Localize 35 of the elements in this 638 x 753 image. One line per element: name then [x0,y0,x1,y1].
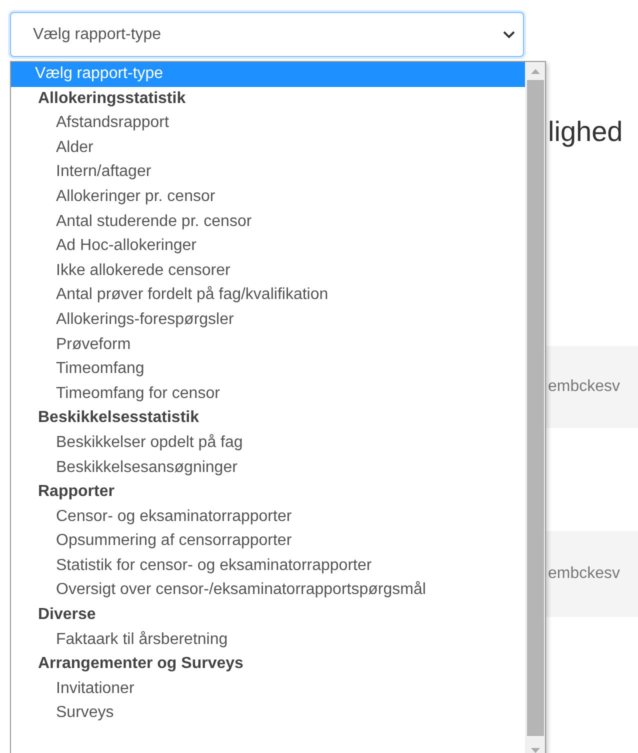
chevron-down-icon [503,30,515,38]
dropdown-option[interactable]: Timeomfang [11,357,525,382]
dropdown-option[interactable]: Ad Hoc-allokeringer [11,234,525,259]
dropdown-option[interactable]: Beskikkelser opdelt på fag [11,430,525,456]
info-panel: embckesv [545,531,638,617]
dropdown-option[interactable]: Antal prøver fordelt på fag/kvalifikation [11,283,525,308]
option-group-label: Diverse [37,605,97,626]
dropdown-option[interactable]: Afstandsrapport [11,111,525,136]
option-group-label: Arrangementer og Surveys [37,654,244,674]
dropdown-option[interactable]: Beskikkelsesansøgninger [11,456,525,480]
option-group-label: Rapporter [37,482,116,502]
report-type-select[interactable]: Vælg rapport-type [10,12,524,57]
dropdown-option[interactable]: Allokeringer pr. censor [11,184,525,210]
dropdown-option[interactable]: Invitationer [11,676,525,702]
info-panel: embckesv [545,346,638,428]
dropdown-option[interactable]: Alder [11,136,525,160]
dropdown-option[interactable]: Statistik for censor- og eksaminatorrapporter [11,554,525,578]
dropdown-option[interactable]: Allokerings-forespørgsler [11,308,525,333]
option-group-label: Allokeringsstatistik [37,88,187,109]
dropdown-option[interactable]: Censor- og eksaminatorrapporter [11,504,525,530]
dropdown-option[interactable]: Opsummering af censorrapporter [11,529,525,554]
dropdown-option[interactable]: Ikke allokerede censorer [11,258,525,284]
dropdown-option[interactable]: Timeomfang for censor [11,382,525,406]
scroll-up-icon[interactable] [530,68,540,74]
dropdown-option[interactable]: Intern/aftager [11,160,525,185]
scrollbar[interactable] [525,62,545,753]
scroll-down-icon[interactable] [530,748,540,753]
dropdown-option[interactable]: Antal studerende pr. censor [11,210,525,234]
scrollbar-thumb[interactable] [526,80,544,736]
dropdown-option[interactable]: Surveys [11,701,525,726]
dropdown-option[interactable]: Prøveform [11,332,525,358]
dropdown-option[interactable]: Faktaark til årsberetning [11,628,525,652]
page-heading: lighed [548,116,624,148]
option-group-label: Beskikkelsesstatistik [37,408,200,428]
dropdown-option[interactable]: Oversigt over censor-/eksaminatorrapportspørgsmål [11,578,525,604]
